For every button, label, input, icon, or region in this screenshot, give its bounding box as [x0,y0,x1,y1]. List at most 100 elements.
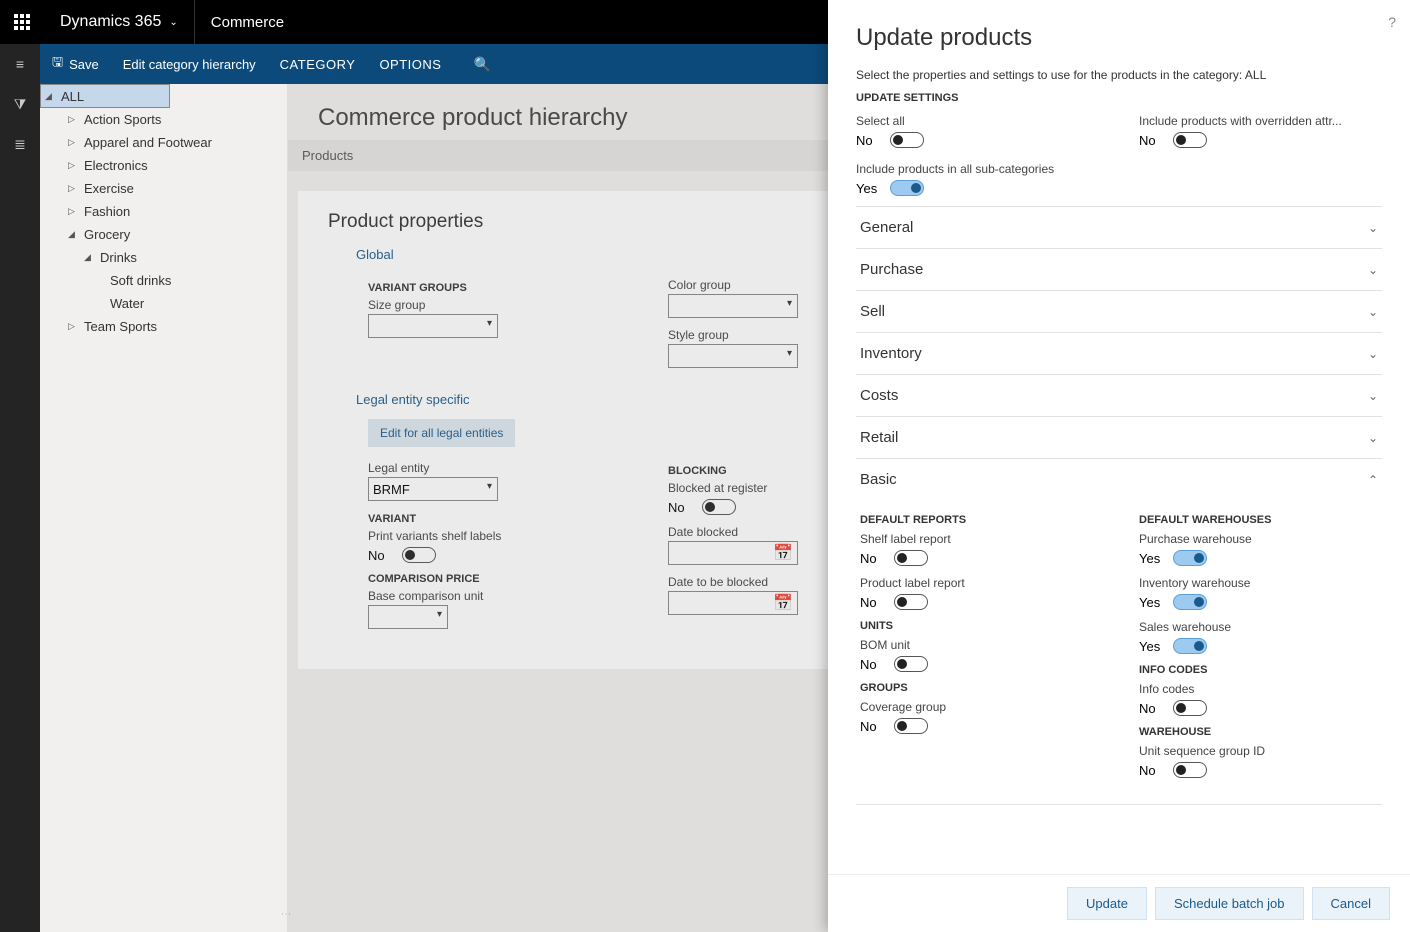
toggle-value: No [860,719,884,734]
tree-label: Soft drinks [110,273,171,288]
shelf-label-label: Shelf label report [860,532,1099,546]
include-subcat-toggle[interactable]: Yes [856,180,1382,196]
acc-retail[interactable]: Retail⌄ [856,417,1382,458]
toggle-value: No [860,595,884,610]
waffle-icon [14,14,30,30]
save-button[interactable]: 🖫 Save [40,44,111,84]
funnel-icon: ⧩ [14,96,27,113]
color-group-select[interactable] [668,294,798,318]
toggle-value: No [860,657,884,672]
default-reports-heading: DEFAULT REPORTS [860,514,1099,526]
bom-unit-toggle[interactable]: No [860,656,1099,672]
caret-right-icon: ▷ [68,183,78,194]
edit-all-entities-button[interactable]: Edit for all legal entities [368,419,515,447]
include-override-toggle[interactable]: No [1139,132,1382,148]
chevron-down-icon: ⌄ [1368,305,1378,319]
tree-label: Grocery [84,227,130,242]
app-launcher-button[interactable] [0,0,44,44]
tree-node[interactable]: ▷ Exercise [40,177,287,200]
tree-node[interactable]: ▷ Electronics [40,154,287,177]
options-label: OPTIONS [379,57,441,72]
bom-unit-label: BOM unit [860,638,1099,652]
options-tab[interactable]: OPTIONS [367,44,453,84]
base-comparison-select[interactable] [368,605,448,629]
cancel-button[interactable]: Cancel [1312,887,1390,920]
size-group-label: Size group [368,298,608,312]
coverage-group-toggle[interactable]: No [860,718,1099,734]
tree-node[interactable]: ▷ Fashion [40,200,287,223]
acc-purchase[interactable]: Purchase⌄ [856,249,1382,290]
units-heading: UNITS [860,620,1099,632]
shelf-label-toggle[interactable]: No [860,550,1099,566]
search-button[interactable]: 🔍 [461,44,502,84]
purchase-wh-toggle[interactable]: Yes [1139,550,1378,566]
brand-label: Dynamics 365 [60,13,161,31]
settings-accordion: General⌄ Purchase⌄ Sell⌄ Inventory⌄ Cost… [856,206,1382,805]
acc-costs[interactable]: Costs⌄ [856,375,1382,416]
inventory-wh-label: Inventory warehouse [1139,576,1378,590]
list-icon: ≣ [14,136,26,153]
filter-button[interactable]: ⧩ [0,84,40,124]
edit-hierarchy-label: Edit category hierarchy [123,57,256,72]
category-label: CATEGORY [280,57,356,72]
tree-label: Fashion [84,204,130,219]
tree-node-drinks[interactable]: ◢ Drinks [40,246,287,269]
tree-node[interactable]: ▷ Action Sports [40,108,287,131]
caret-right-icon: ▷ [68,321,78,332]
size-group-select[interactable] [368,314,498,338]
legal-entity-select[interactable]: BRMF [368,477,498,501]
toggle-value: No [368,548,392,563]
category-tree: ◢ ALL ▷ Action Sports ▷ Apparel and Foot… [40,84,288,932]
brand-dropdown[interactable]: Dynamics 365 ⌄ [44,13,194,31]
toggle-value: Yes [856,181,880,196]
caret-down-icon: ◢ [45,91,55,102]
help-button[interactable]: ? [1388,14,1396,30]
resize-handle-icon[interactable]: ⋮ [280,909,291,917]
date-blocked-input[interactable]: 📅 [668,541,798,565]
toggle-value: No [668,500,692,515]
chevron-up-icon: ⌃ [1368,473,1378,487]
info-codes-toggle[interactable]: No [1139,700,1378,716]
print-variants-toggle[interactable]: No [368,547,608,563]
inventory-wh-toggle[interactable]: Yes [1139,594,1378,610]
list-button[interactable]: ≣ [0,124,40,164]
select-all-toggle[interactable]: No [856,132,1099,148]
tree-label: Apparel and Footwear [84,135,212,150]
product-label-label: Product label report [860,576,1099,590]
caret-right-icon: ▷ [68,160,78,171]
category-tab[interactable]: CATEGORY [268,44,368,84]
style-group-select[interactable] [668,344,798,368]
update-products-panel: ? Update products Select the properties … [828,0,1410,932]
tree-node-leaf[interactable]: Soft drinks [40,269,287,292]
edit-hierarchy-button[interactable]: Edit category hierarchy [111,44,268,84]
warehouse-heading: WAREHOUSE [1139,726,1378,738]
caret-right-icon: ▷ [68,206,78,217]
product-label-toggle[interactable]: No [860,594,1099,610]
tree-node-all[interactable]: ◢ ALL [40,84,170,108]
chevron-down-icon: ⌄ [1368,221,1378,235]
acc-general[interactable]: General⌄ [856,207,1382,248]
acc-label: Retail [860,429,898,446]
toggle-value: No [856,133,880,148]
panel-footer: Update Schedule batch job Cancel [828,874,1410,932]
chevron-down-icon: ⌄ [1368,263,1378,277]
schedule-batch-button[interactable]: Schedule batch job [1155,887,1304,920]
hamburger-button[interactable]: ≡ [0,44,40,84]
acc-inventory[interactable]: Inventory⌄ [856,333,1382,374]
update-button[interactable]: Update [1067,887,1147,920]
toggle-value: No [1139,763,1163,778]
tree-label: Exercise [84,181,134,196]
coverage-group-label: Coverage group [860,700,1099,714]
chevron-down-icon: ⌄ [1368,389,1378,403]
tree-node[interactable]: ▷ Apparel and Footwear [40,131,287,154]
sales-wh-toggle[interactable]: Yes [1139,638,1378,654]
toggle-value: No [1139,701,1163,716]
acc-sell[interactable]: Sell⌄ [856,291,1382,332]
tree-node-grocery[interactable]: ◢ Grocery [40,223,287,246]
date-to-be-blocked-input[interactable]: 📅 [668,591,798,615]
acc-basic[interactable]: Basic ⌃ [856,459,1382,500]
unit-seq-toggle[interactable]: No [1139,762,1378,778]
hamburger-icon: ≡ [16,56,24,72]
tree-node[interactable]: ▷ Team Sports [40,315,287,338]
tree-node-leaf[interactable]: Water [40,292,287,315]
